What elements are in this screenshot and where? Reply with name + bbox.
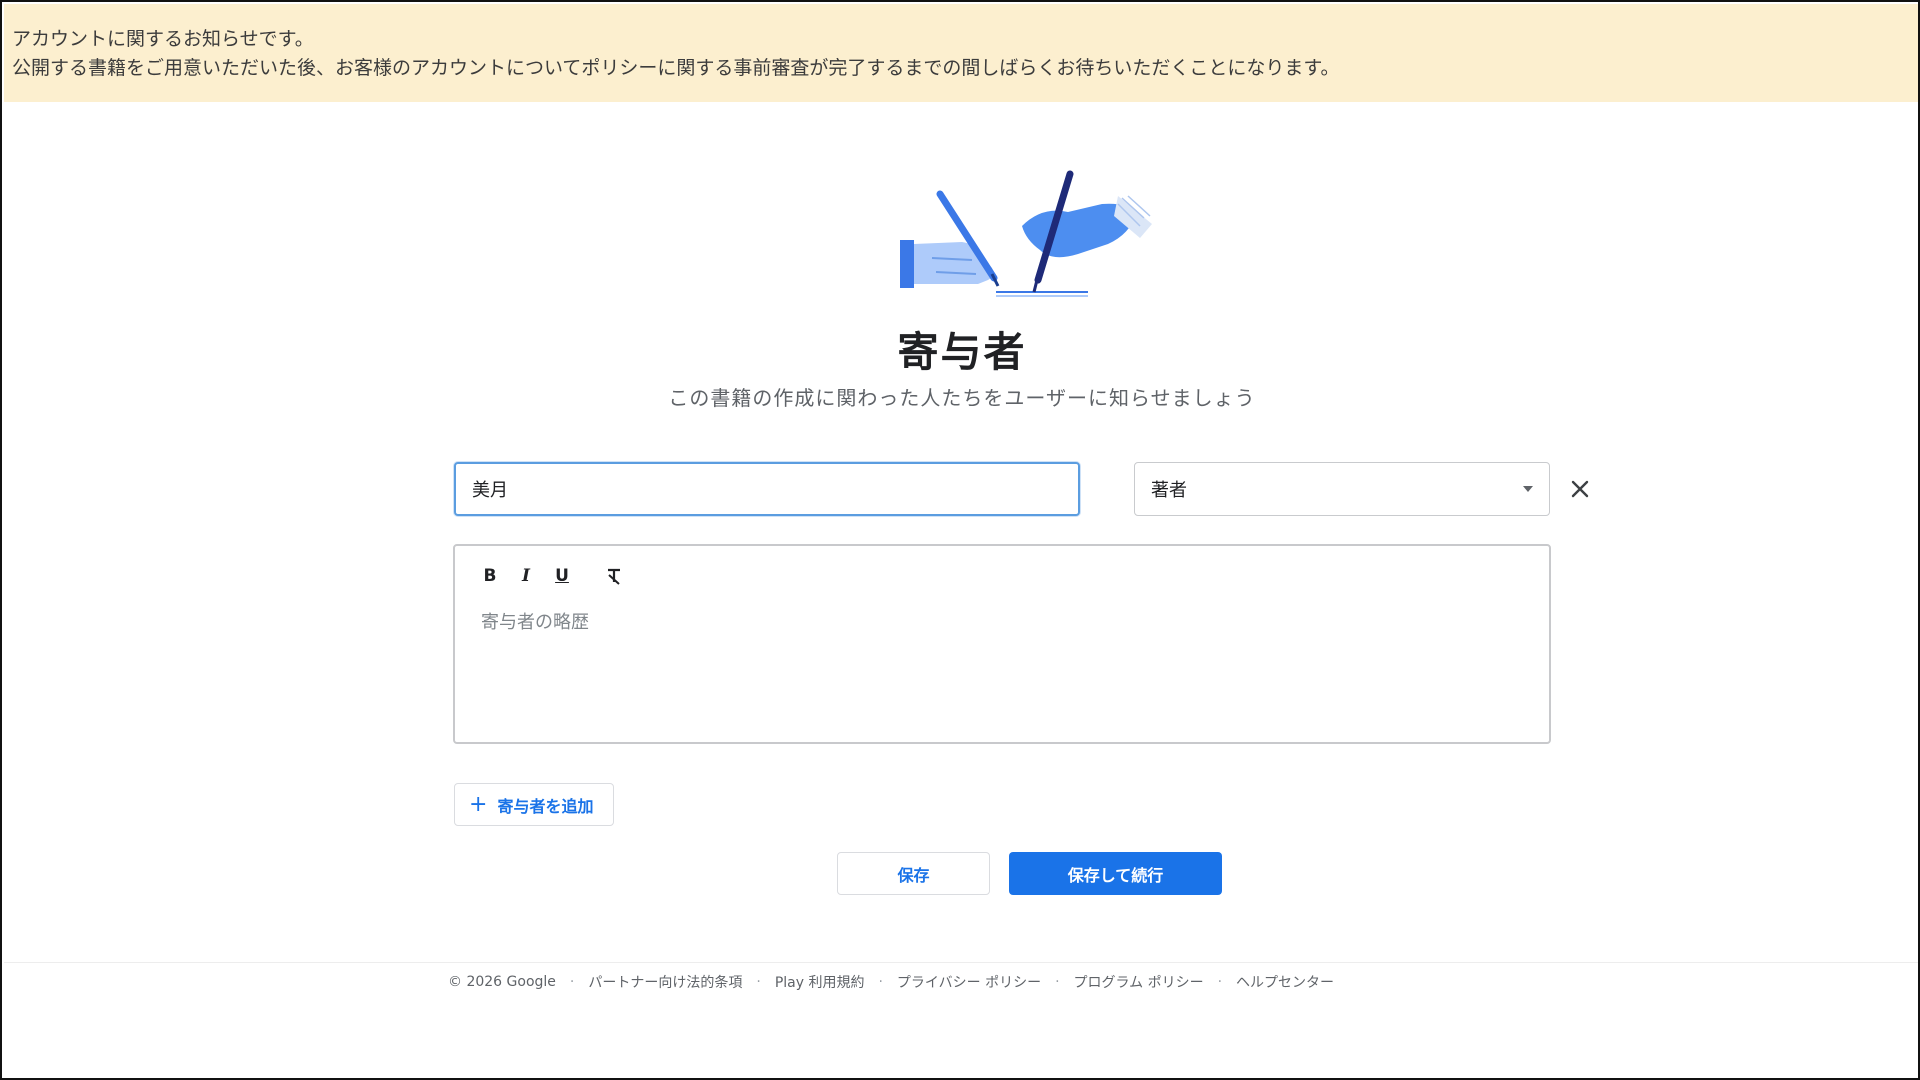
role-selected-value: 著者 — [1151, 480, 1187, 501]
editor-toolbar: B I U — [479, 564, 625, 588]
footer: © 2026 Google · パートナー向け法的条項 · Play 利用規約 … — [448, 972, 1334, 992]
footer-link-play-terms[interactable]: Play 利用規約 — [775, 972, 865, 992]
clear-format-icon — [608, 568, 620, 585]
notice-line-2: 公開する書籍をご用意いただいた後、お客様のアカウントについてポリシーに関する事前… — [12, 57, 1340, 79]
page-frame: アカウントに関するお知らせです。 公開する書籍をご用意いただいた後、お客様のアカ… — [0, 0, 1920, 1080]
close-icon — [1571, 480, 1589, 498]
clear-formatting-button[interactable] — [603, 564, 625, 588]
page-subtitle: この書籍の作成に関わった人たちをユーザーに知らせましょう — [668, 386, 1256, 410]
contributor-bio-editor[interactable]: B I U 寄与者の略歴 — [453, 544, 1551, 744]
footer-link-program-policy[interactable]: プログラム ポリシー — [1074, 972, 1204, 992]
bold-button[interactable]: B — [479, 564, 501, 588]
save-button[interactable]: 保存 — [837, 852, 990, 895]
account-notice-banner: アカウントに関するお知らせです。 公開する書籍をご用意いただいた後、お客様のアカ… — [4, 4, 1918, 102]
notice-line-1: アカウントに関するお知らせです。 — [12, 28, 314, 50]
contributor-name-input[interactable] — [454, 462, 1080, 516]
underline-button[interactable]: U — [551, 564, 573, 588]
footer-separator: · — [878, 974, 883, 990]
footer-separator: · — [1055, 974, 1060, 990]
footer-copyright: © 2026 Google — [448, 974, 556, 990]
contributor-role-select[interactable]: 著者 — [1134, 462, 1550, 516]
bio-placeholder: 寄与者の略歴 — [481, 612, 589, 633]
plus-icon: + — [469, 791, 488, 817]
italic-button[interactable]: I — [515, 564, 537, 588]
footer-link-partner-terms[interactable]: パートナー向け法的条項 — [588, 972, 742, 992]
footer-separator: · — [756, 974, 761, 990]
add-contributor-label: 寄与者を追加 — [497, 796, 594, 816]
footer-divider — [4, 962, 1918, 963]
save-and-continue-button[interactable]: 保存して続行 — [1009, 852, 1222, 895]
add-contributor-button[interactable]: + 寄与者を追加 — [454, 783, 614, 826]
remove-contributor-button[interactable] — [1567, 476, 1593, 502]
writing-hands-illustration — [900, 170, 1152, 297]
chevron-down-icon — [1523, 486, 1533, 492]
footer-link-help-center[interactable]: ヘルプセンター — [1236, 972, 1334, 992]
footer-separator: · — [1217, 974, 1223, 990]
footer-separator: · — [569, 974, 575, 990]
page-title: 寄与者 — [897, 328, 1027, 376]
footer-link-privacy[interactable]: プライバシー ポリシー — [897, 972, 1041, 992]
